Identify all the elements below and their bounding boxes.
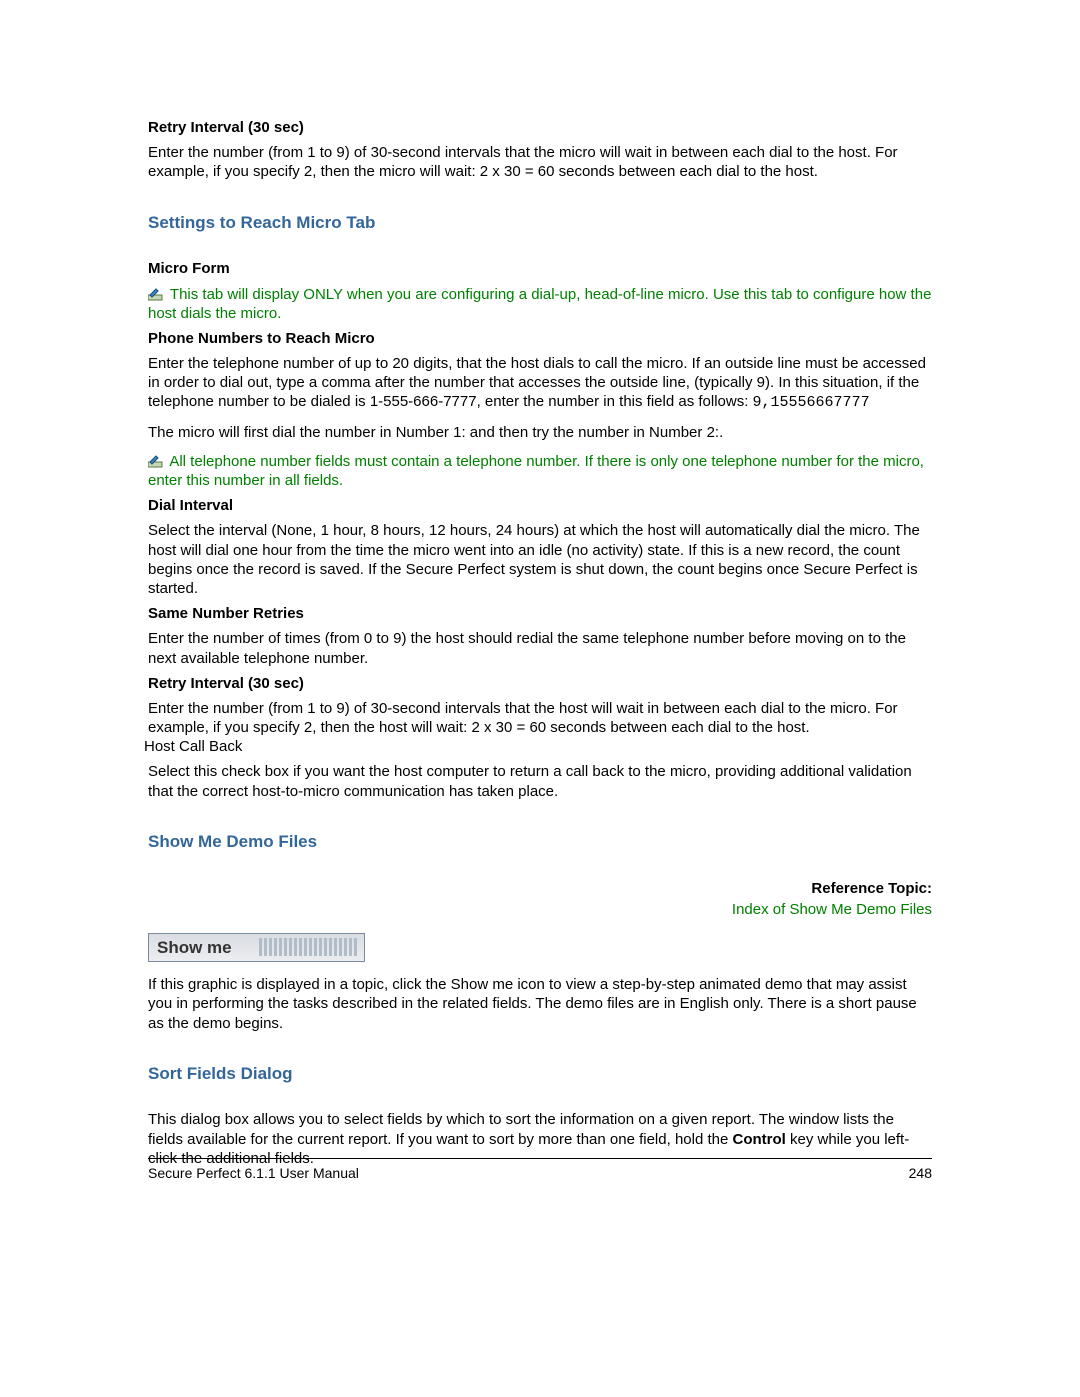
note-icon <box>148 287 164 301</box>
reference-topic-label: Reference Topic: <box>148 879 932 898</box>
retry-interval-micro-body: Enter the number (from 1 to 9) of 30-sec… <box>148 699 932 737</box>
dial-interval-body: Select the interval (None, 1 hour, 8 hou… <box>148 521 932 598</box>
note-icon <box>148 454 164 468</box>
phone-numbers-title: Phone Numbers to Reach Micro <box>148 329 932 348</box>
dial-interval-title: Dial Interval <box>148 496 932 515</box>
sort-body-bold: Control <box>733 1131 786 1148</box>
host-callback-body: Select this check box if you want the ho… <box>148 762 932 800</box>
same-retries-body: Enter the number of times (from 0 to 9) … <box>148 629 932 667</box>
show-me-graphic-label: Show me <box>157 937 232 959</box>
settings-note-1: This tab will display ONLY when you are … <box>148 285 932 323</box>
footer-manual-title: Secure Perfect 6.1.1 User Manual <box>148 1165 359 1181</box>
settings-note-1-text: This tab will display ONLY when you are … <box>148 286 931 322</box>
footer-page-number: 248 <box>909 1165 932 1181</box>
settings-note-2: All telephone number fields must contain… <box>148 452 932 490</box>
section-settings-heading: Settings to Reach Micro Tab <box>148 212 932 234</box>
progress-bars-icon <box>259 938 357 956</box>
same-retries-title: Same Number Retries <box>148 604 932 623</box>
settings-note-2-text: All telephone number fields must contain… <box>148 453 924 489</box>
phone-body-sequence: The micro will first dial the number in … <box>148 423 932 442</box>
section-showme-heading: Show Me Demo Files <box>148 831 932 853</box>
show-me-graphic[interactable]: Show me <box>148 933 365 962</box>
section-sort-heading: Sort Fields Dialog <box>148 1063 932 1085</box>
showme-body: If this graphic is displayed in a topic,… <box>148 975 932 1033</box>
document-page: Retry Interval (30 sec) Enter the number… <box>0 0 1080 1397</box>
host-callback-label: Host Call Back <box>144 737 932 756</box>
page-footer: Secure Perfect 6.1.1 User Manual 248 <box>148 1158 932 1181</box>
retry-interval-host-body: Enter the number (from 1 to 9) of 30-sec… <box>148 143 932 181</box>
retry-interval-host-title: Retry Interval (30 sec) <box>148 118 932 137</box>
retry-interval-micro-title: Retry Interval (30 sec) <box>148 674 932 693</box>
phone-example-mono: 9,15556667777 <box>753 394 870 411</box>
micro-form-title: Micro Form <box>148 259 932 278</box>
phone-numbers-body: Enter the telephone number of up to 20 d… <box>148 354 932 413</box>
page-content: Retry Interval (30 sec) Enter the number… <box>148 118 932 1168</box>
reference-topic-link[interactable]: Index of Show Me Demo Files <box>148 900 932 919</box>
